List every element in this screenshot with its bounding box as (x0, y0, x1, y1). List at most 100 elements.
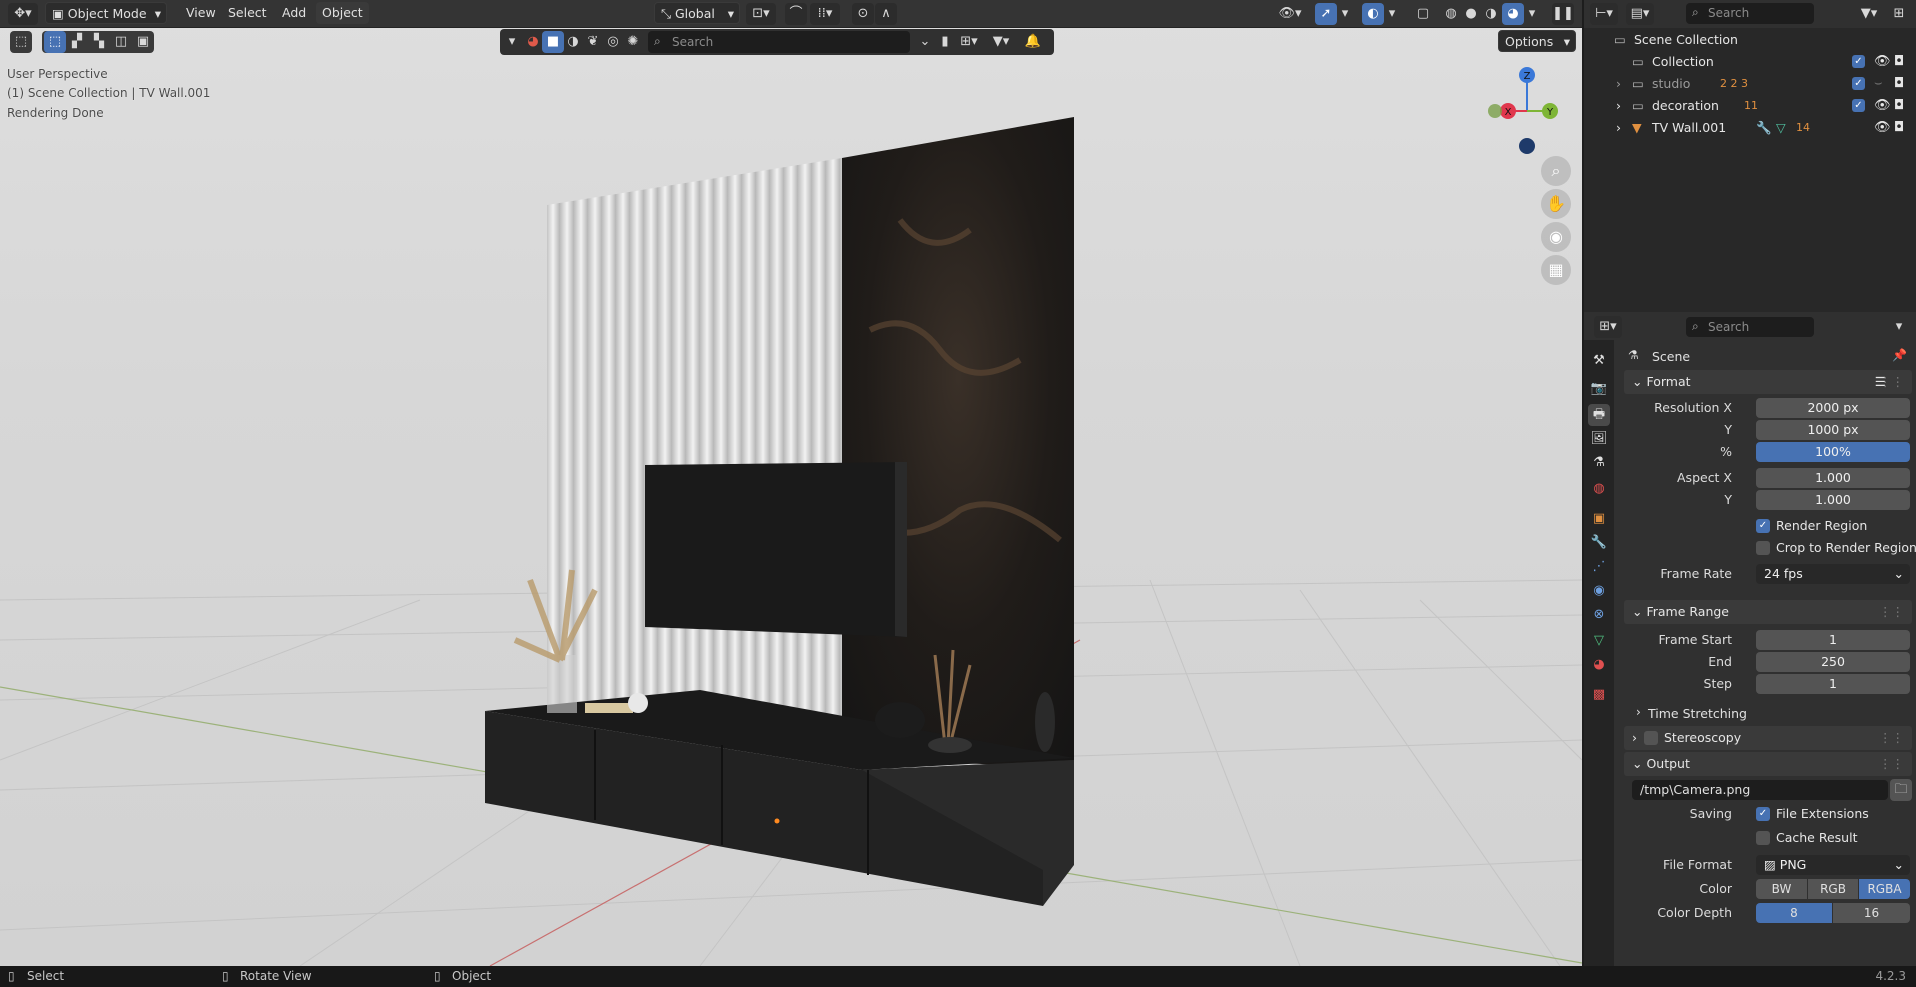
color-rgba-option[interactable]: RGBA (1859, 879, 1910, 899)
3d-viewport[interactable]: User Perspective (1) Scene Collection | … (0, 0, 1582, 966)
output-path-input[interactable]: /tmp\Camera.png (1632, 780, 1888, 800)
chevron-right-icon[interactable]: › (1616, 95, 1621, 117)
collapse-icon[interactable]: ⌄ (914, 31, 936, 53)
file-extensions-checkbox[interactable]: ✓ (1756, 807, 1770, 821)
object-type-lamp-icon[interactable]: ✺ (622, 31, 644, 53)
outliner-row-tv-wall[interactable]: › ▼ TV Wall.001 🔧 ▽ 14 👁 ◘ (1584, 117, 1916, 139)
aspect-y-field[interactable]: 1.000 (1756, 490, 1910, 510)
pause-icon[interactable]: ❚❚ (1552, 3, 1574, 25)
select-extend-icon[interactable]: ▞ (66, 31, 88, 53)
visibility-icon[interactable]: 👁▾ (1275, 3, 1305, 25)
object-type-material-icon[interactable]: ◑ (562, 31, 584, 53)
constraints-tab-icon[interactable]: ⊗ (1588, 604, 1610, 626)
chevron-right-icon[interactable]: › (1616, 73, 1621, 95)
outliner-row-collection[interactable]: ▭ Collection ✓ 👁 ◘ (1584, 51, 1916, 73)
frame-rate-dropdown[interactable]: 24 fps ⌄ (1756, 564, 1910, 584)
zoom-icon[interactable]: ⌕ (1541, 156, 1571, 186)
resolution-x-field[interactable]: 2000 px (1756, 398, 1910, 418)
options-dropdown[interactable]: Options ▾ (1498, 30, 1576, 52)
object-type-all-icon[interactable]: ◕ (522, 31, 544, 53)
chevron-down-icon[interactable]: ▾ (1524, 3, 1540, 25)
eye-icon[interactable]: 👁 (1874, 117, 1891, 139)
menu-view[interactable]: View (180, 2, 222, 24)
transform-orientation-dropdown[interactable]: ⤡ Global ▾ (654, 2, 740, 24)
solid-shading-icon[interactable]: ● (1460, 3, 1482, 25)
camera-icon[interactable]: ◘ (1894, 51, 1904, 73)
time-stretching-subpanel[interactable]: › Time Stretching (1634, 703, 1916, 723)
notification-bell-icon[interactable]: 🔔 (1022, 31, 1044, 53)
physics-tab-icon[interactable]: ◉ (1588, 580, 1610, 602)
file-format-dropdown[interactable]: ▨ PNG ⌄ (1756, 855, 1910, 875)
stereoscopy-checkbox[interactable] (1644, 731, 1658, 745)
eye-icon[interactable]: 👁 (1874, 95, 1891, 117)
proportional-edit-icon[interactable]: ⊙ (852, 3, 874, 25)
particles-tab-icon[interactable]: ⋰ (1588, 556, 1610, 578)
camera-icon[interactable]: ◘ (1894, 95, 1904, 117)
overlays-toggle-icon[interactable]: ◐ (1362, 3, 1384, 25)
stereoscopy-panel-header[interactable]: › Stereoscopy ⋮⋮ (1624, 726, 1912, 750)
resolution-y-field[interactable]: 1000 px (1756, 420, 1910, 440)
modifier-tab-icon[interactable]: 🔧 (1588, 532, 1610, 554)
drag-handle-icon[interactable]: ⋮⋮ (1879, 600, 1904, 624)
properties-editor-icon[interactable]: ⊞▾ (1594, 316, 1622, 338)
rendered-shading-icon[interactable]: ◕ (1502, 3, 1524, 25)
color-rgb-option[interactable]: RGB (1808, 879, 1858, 899)
xray-icon[interactable]: ▢ (1412, 3, 1434, 25)
tweak-tool-icon[interactable]: ⬚ (10, 31, 32, 53)
outliner-row-studio[interactable]: › ▭ studio 2 2 3 ✓ ⌣ ◘ (1584, 73, 1916, 95)
filter-icon[interactable]: ▼▾ (986, 31, 1016, 53)
select-new-icon[interactable]: ⬚ (44, 31, 66, 53)
pin-icon[interactable]: 📌 (1892, 348, 1907, 362)
depth-16-option[interactable]: 16 (1833, 903, 1910, 923)
eye-closed-icon[interactable]: ⌣ (1874, 73, 1883, 95)
navigation-gizmo[interactable]: Z X Y (1480, 60, 1570, 160)
menu-add[interactable]: Add (276, 2, 312, 24)
view-layer-tab-icon[interactable]: 🖼 (1588, 428, 1610, 450)
material-shading-icon[interactable]: ◑ (1480, 3, 1502, 25)
render-region-checkbox[interactable]: ✓ (1756, 519, 1770, 533)
sort-icon[interactable]: ⊞▾ (954, 31, 984, 53)
camera-icon[interactable]: ◘ (1894, 117, 1904, 139)
frame-range-header[interactable]: ⌄ Frame Range ⋮⋮ (1624, 600, 1912, 624)
outliner-editor-icon[interactable]: ⊢▾ (1590, 3, 1618, 25)
drag-handle-icon[interactable]: ⋮⋮ (1879, 752, 1904, 776)
falloff-icon[interactable]: ∧ (875, 3, 897, 25)
exclude-checkbox[interactable]: ✓ (1852, 55, 1865, 68)
camera-icon[interactable]: ◘ (1894, 73, 1904, 95)
resolution-percentage-slider[interactable]: 100% (1756, 442, 1910, 462)
menu-select[interactable]: Select (222, 2, 273, 24)
aspect-x-field[interactable]: 1.000 (1756, 468, 1910, 488)
filter-icon[interactable]: ▼▾ (1854, 3, 1884, 25)
exclude-checkbox[interactable]: ✓ (1852, 77, 1865, 90)
format-panel-header[interactable]: ⌄ Format ☰ ⋮⋮ (1624, 370, 1912, 394)
chevron-down-icon[interactable]: ▾ (1888, 316, 1910, 338)
data-tab-icon[interactable]: ▽ (1588, 630, 1610, 652)
cache-result-checkbox[interactable] (1756, 831, 1770, 845)
bookmark-icon[interactable]: ▮ (934, 31, 956, 53)
pivot-point-icon[interactable]: ⊡▾ (746, 3, 776, 25)
drag-handle-icon[interactable]: ⋮⋮ (1879, 726, 1904, 750)
object-type-mesh-icon[interactable]: ■ (542, 31, 564, 53)
tool-tab-icon[interactable]: ⚒ (1588, 350, 1610, 372)
display-mode-icon[interactable]: ▤▾ (1626, 3, 1654, 25)
texture-tab-icon[interactable]: ▩ (1588, 684, 1610, 706)
select-intersect-icon[interactable]: ▣ (132, 31, 154, 53)
exclude-checkbox[interactable]: ✓ (1852, 99, 1865, 112)
wireframe-shading-icon[interactable]: ◍ (1440, 3, 1462, 25)
menu-object[interactable]: Object (316, 2, 369, 24)
output-tab-icon[interactable]: 🖶 (1588, 404, 1610, 426)
outliner-row-scene-collection[interactable]: ▭ Scene Collection (1584, 29, 1916, 51)
object-type-light-icon[interactable]: ❦ (582, 31, 604, 53)
depth-8-option[interactable]: 8 (1756, 903, 1832, 923)
properties-search-input[interactable]: ⌕ Search (1686, 317, 1814, 337)
frame-step-field[interactable]: 1 (1756, 674, 1910, 694)
eye-icon[interactable]: 👁 (1874, 51, 1891, 73)
color-bw-option[interactable]: BW (1756, 879, 1807, 899)
chevron-down-icon[interactable]: ▾ (1384, 3, 1400, 25)
snap-icon[interactable]: ⌒ (785, 3, 807, 25)
mode-dropdown[interactable]: ▣ Object Mode ▾ (45, 2, 167, 24)
chevron-down-icon[interactable]: ▾ (504, 31, 520, 53)
frame-start-field[interactable]: 1 (1756, 630, 1910, 650)
viewport-search-input[interactable]: ⌕ Search (648, 31, 910, 53)
render-tab-icon[interactable]: 📷 (1588, 378, 1610, 400)
